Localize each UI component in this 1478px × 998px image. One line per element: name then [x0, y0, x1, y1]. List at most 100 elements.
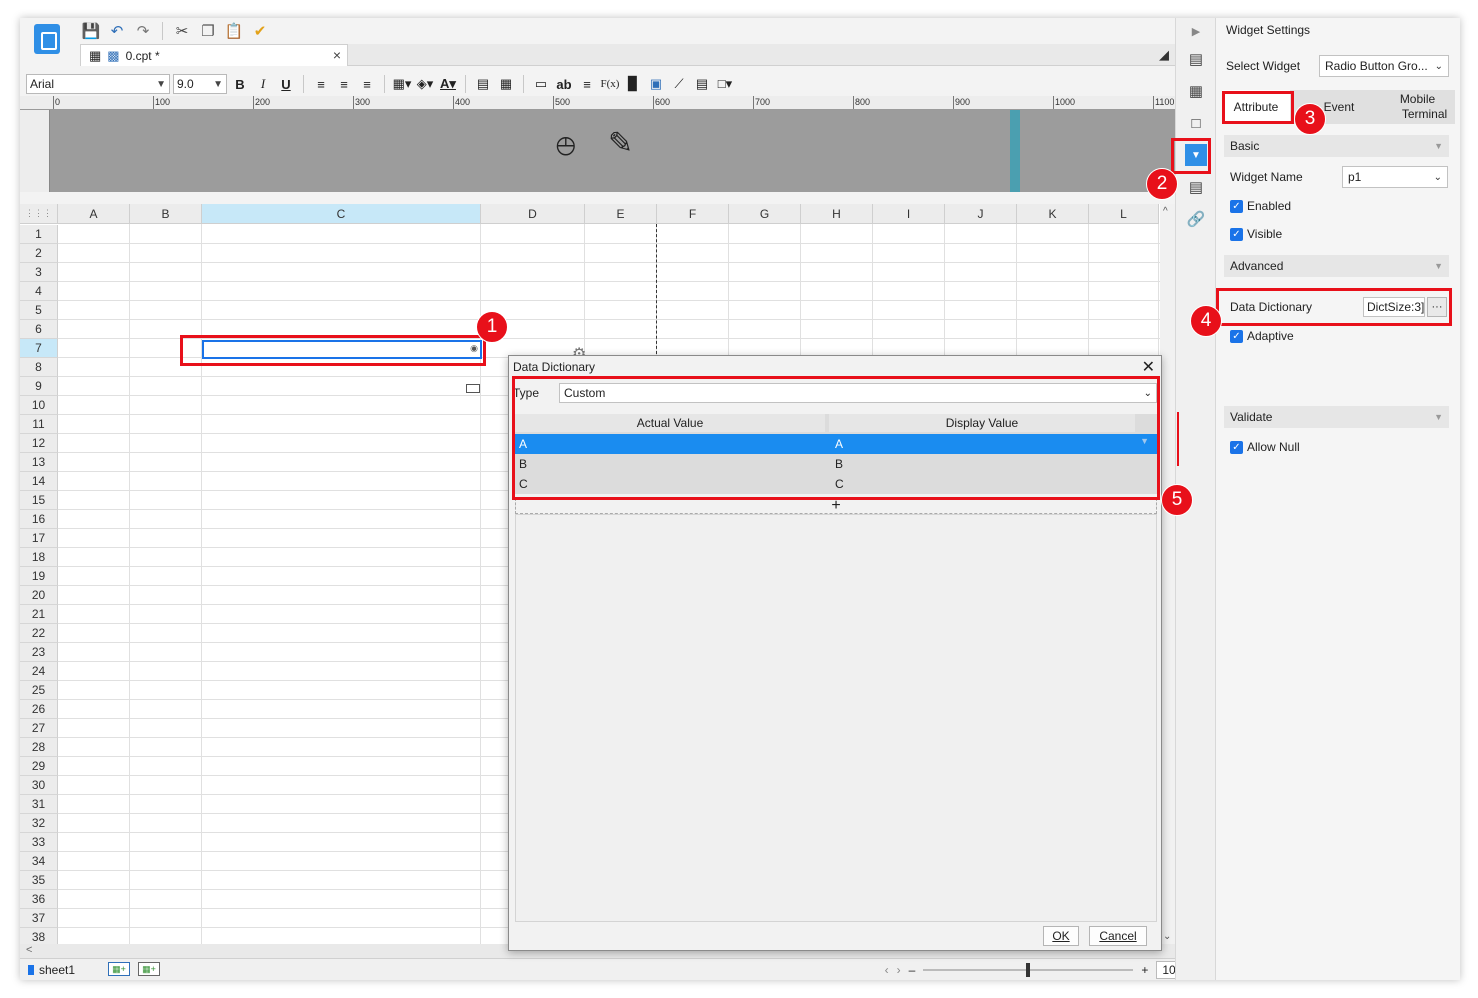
row-header[interactable]: 18: [20, 548, 58, 567]
row-header[interactable]: 2: [20, 244, 58, 263]
column-header-h[interactable]: H: [801, 204, 873, 224]
fill-color-icon[interactable]: ◈▾: [415, 74, 435, 94]
slash-icon[interactable]: ⟋: [669, 74, 689, 94]
column-header-b[interactable]: B: [130, 204, 202, 224]
hide-eye-icon[interactable]: ⦺: [556, 128, 576, 162]
edit-pencil-icon[interactable]: ✎: [608, 126, 633, 161]
row-header[interactable]: 37: [20, 909, 58, 928]
subreport-icon[interactable]: ▤: [692, 74, 712, 94]
add-report-sheet-icon[interactable]: ▦+: [108, 962, 130, 976]
column-header-k[interactable]: K: [1017, 204, 1089, 224]
row-header[interactable]: 8: [20, 358, 58, 377]
enabled-checkbox[interactable]: ✓ Enabled: [1230, 199, 1291, 213]
zoom-slider[interactable]: [923, 963, 1134, 977]
row-header[interactable]: 1: [20, 225, 58, 244]
column-header-c[interactable]: C: [202, 204, 481, 224]
align-left-icon[interactable]: ≡: [311, 74, 331, 94]
collapse-arrow-icon[interactable]: ▶: [1185, 20, 1207, 42]
row-header[interactable]: 29: [20, 757, 58, 776]
column-header-e[interactable]: E: [585, 204, 657, 224]
underline-button[interactable]: U: [276, 74, 296, 94]
font-color-icon[interactable]: A▾: [438, 74, 458, 94]
formula-icon[interactable]: F(x): [600, 74, 620, 94]
cell-attribute-icon[interactable]: ▦: [1185, 80, 1207, 102]
next-page-icon[interactable]: ›: [897, 963, 901, 977]
paste-icon[interactable]: 📋: [223, 20, 245, 42]
row-header[interactable]: 10: [20, 396, 58, 415]
adaptive-checkbox[interactable]: ✓ Adaptive: [1230, 329, 1294, 343]
copy-icon[interactable]: ❐: [197, 20, 219, 42]
vertical-scrollbar[interactable]: ^ ⌄: [1160, 204, 1175, 944]
undo-icon[interactable]: ↶: [106, 20, 128, 42]
image-icon[interactable]: ▣: [646, 74, 666, 94]
row-header[interactable]: 6: [20, 320, 58, 339]
row-header[interactable]: 19: [20, 567, 58, 586]
row-header[interactable]: 23: [20, 643, 58, 662]
row-header[interactable]: 24: [20, 662, 58, 681]
cancel-button[interactable]: Cancel: [1089, 926, 1147, 946]
file-tab[interactable]: ▦ ▩ 0.cpt * ×: [80, 44, 348, 66]
row-header[interactable]: 33: [20, 833, 58, 852]
widget-name-field[interactable]: p1 ⌄: [1342, 166, 1448, 188]
row-header[interactable]: 38: [20, 928, 58, 944]
visible-checkbox[interactable]: ✓ Visible: [1230, 227, 1282, 241]
row-header[interactable]: 15: [20, 491, 58, 510]
row-header[interactable]: 17: [20, 529, 58, 548]
scroll-up-icon[interactable]: ^: [1163, 206, 1168, 217]
section-validate[interactable]: Validate ▼: [1224, 406, 1449, 428]
row-header[interactable]: 32: [20, 814, 58, 833]
column-header-l[interactable]: L: [1089, 204, 1159, 224]
row-header[interactable]: 25: [20, 681, 58, 700]
cell-element-icon[interactable]: ▤: [1185, 48, 1207, 70]
float-element-icon[interactable]: □: [1185, 112, 1207, 134]
row-header[interactable]: 22: [20, 624, 58, 643]
row-header[interactable]: 30: [20, 776, 58, 795]
close-icon[interactable]: ✕: [1142, 357, 1155, 377]
font-family-select[interactable]: Arial ▼: [26, 74, 170, 94]
split-cells-icon[interactable]: ▦: [496, 74, 516, 94]
column-header-f[interactable]: F: [657, 204, 729, 224]
row-header[interactable]: 20: [20, 586, 58, 605]
merge-cells-icon[interactable]: ▤: [473, 74, 493, 94]
scroll-down-icon[interactable]: ⌄: [1163, 931, 1171, 942]
row-header[interactable]: 26: [20, 700, 58, 719]
row-header[interactable]: 31: [20, 795, 58, 814]
row-header[interactable]: 7: [20, 339, 58, 358]
row-header[interactable]: 27: [20, 719, 58, 738]
cut-icon[interactable]: ✂: [171, 20, 193, 42]
chart-icon[interactable]: ▉: [623, 74, 643, 94]
select-all-corner[interactable]: ⋮⋮⋮: [20, 204, 58, 224]
add-dashboard-sheet-icon[interactable]: ▦+: [138, 962, 160, 976]
font-size-select[interactable]: 9.0 ▼: [173, 74, 227, 94]
ok-button[interactable]: OK: [1043, 926, 1079, 946]
row-header[interactable]: 5: [20, 301, 58, 320]
close-tab-icon[interactable]: ×: [333, 47, 341, 63]
select-widget-dropdown[interactable]: Radio Button Gro... ⌄: [1319, 55, 1449, 77]
sheet-tab[interactable]: sheet1: [28, 961, 75, 979]
insert-cell-icon[interactable]: ▭: [531, 74, 551, 94]
row-header[interactable]: 11: [20, 415, 58, 434]
border-icon[interactable]: ▦▾: [392, 74, 412, 94]
row-header[interactable]: 13: [20, 453, 58, 472]
zoom-in-icon[interactable]: +: [1141, 963, 1148, 977]
section-basic[interactable]: Basic ▼: [1224, 135, 1449, 157]
zoom-slider-thumb[interactable]: [1026, 963, 1031, 977]
text-icon[interactable]: ab: [554, 74, 574, 94]
tab-mobile-terminal[interactable]: Mobile Terminal: [1380, 90, 1455, 124]
column-header-d[interactable]: D: [481, 204, 585, 224]
allow-null-checkbox[interactable]: ✓ Allow Null: [1230, 440, 1300, 454]
row-header[interactable]: 16: [20, 510, 58, 529]
column-header-a[interactable]: A: [58, 204, 130, 224]
row-header[interactable]: 12: [20, 434, 58, 453]
align-center-icon[interactable]: ≡: [334, 74, 354, 94]
hyperlink-icon[interactable]: 🔗: [1185, 208, 1207, 230]
align-right-icon[interactable]: ≡: [357, 74, 377, 94]
scroll-left-icon[interactable]: <: [26, 944, 32, 956]
conditional-attribute-icon[interactable]: ▤: [1185, 176, 1207, 198]
prev-page-icon[interactable]: ‹: [885, 963, 889, 977]
add-row-button[interactable]: +: [515, 497, 1157, 514]
row-header[interactable]: 9: [20, 377, 58, 396]
bold-button[interactable]: B: [230, 74, 250, 94]
app-logo-icon[interactable]: [34, 24, 60, 54]
row-header[interactable]: 36: [20, 890, 58, 909]
